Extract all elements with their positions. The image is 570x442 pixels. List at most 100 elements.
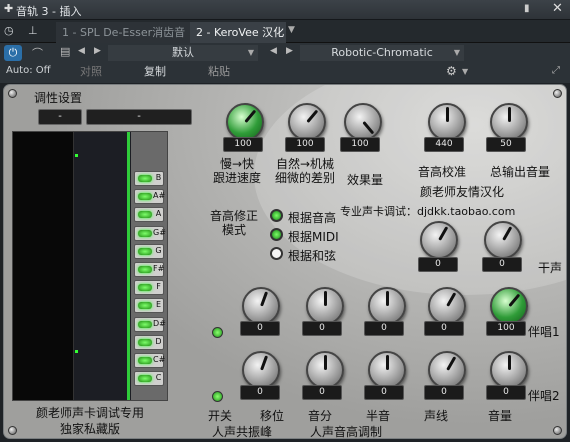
scale-type-field[interactable]: - — [86, 109, 192, 125]
sidechain-icon[interactable]: ⌒ — [32, 45, 43, 61]
chevron-down-icon[interactable]: ▼ — [288, 25, 295, 35]
pitch-dot — [75, 154, 78, 157]
key-label: C# — [153, 355, 166, 364]
tab-kerovee[interactable]: 2 - KeroVee 汉化 — [190, 22, 286, 43]
group-label-formant: 人声共振峰 — [212, 425, 273, 439]
h2-value-5: 0 — [486, 385, 526, 400]
h1-knob-4[interactable] — [428, 287, 466, 325]
key-button[interactable]: D — [134, 334, 164, 350]
chevron-down-icon[interactable]: ▼ — [462, 67, 468, 76]
dry-knob-2[interactable] — [484, 221, 522, 259]
knob-pointer — [502, 226, 513, 241]
output-gain-label: 总输出音量 — [490, 165, 551, 179]
preset-file-icon[interactable]: ▤ — [60, 45, 70, 58]
h1-value-3: 0 — [364, 321, 404, 336]
col-label-switch: 开关 — [208, 409, 233, 423]
key-led — [138, 229, 152, 237]
prev-preset2-icon[interactable]: ◀ — [270, 46, 277, 56]
knob-pointer — [446, 292, 457, 307]
credit-label: 颜老师友情汉化 — [420, 185, 505, 199]
h1-knob-2[interactable] — [306, 287, 344, 325]
h2-knob-2[interactable] — [306, 351, 344, 389]
h2-knob-4[interactable] — [428, 351, 466, 389]
pitch-dot — [75, 350, 78, 353]
preset2-select[interactable]: Robotic-Chromatic ▼ — [300, 45, 464, 61]
key-button[interactable]: C — [134, 371, 164, 387]
mode-radio-pitch[interactable] — [270, 209, 283, 222]
output-gain-knob[interactable] — [490, 103, 528, 141]
amount-knob[interactable] — [344, 103, 382, 141]
close-icon[interactable]: ✕ — [552, 1, 563, 16]
humanize-value: 100 — [285, 137, 325, 152]
tune-ref-value: 440 — [424, 137, 464, 152]
key-label: C — [155, 373, 162, 383]
key-led — [138, 284, 152, 292]
screw-icon — [553, 426, 562, 435]
tab-spl-de-esser[interactable]: 1 - SPL De-Esser消齿音 — [56, 22, 190, 43]
preset-select[interactable]: 默认 ▼ — [108, 45, 258, 61]
bottom-credit: 颜老师声卡调试专用 独家私藏版 — [35, 406, 144, 436]
routing-icon[interactable]: ⊥ — [28, 24, 38, 37]
harmony1-label: 伴唱1 — [528, 325, 560, 339]
dry-knob-1[interactable] — [420, 221, 458, 259]
pin-window-icon[interactable]: ▮ — [524, 3, 530, 14]
key-button[interactable]: F — [134, 280, 164, 296]
key-button[interactable]: G — [134, 243, 164, 259]
mode-radio-chord[interactable] — [270, 247, 283, 260]
plugin-tab-bar: ◷ ⊥ 1 - SPL De-Esser消齿音 2 - KeroVee 汉化 ▼ — [0, 20, 570, 43]
power-button[interactable]: ⏻ — [4, 45, 22, 61]
gear-icon[interactable]: ⚙ — [446, 64, 457, 78]
preset-value: 默认 — [172, 46, 194, 59]
knob-pointer — [438, 226, 449, 241]
knob-pointer — [324, 291, 327, 306]
pitch-display-left — [13, 132, 73, 400]
harmony2-led[interactable] — [212, 391, 223, 402]
h1-knob-3[interactable] — [368, 287, 406, 325]
next-preset2-icon[interactable]: ▶ — [286, 46, 293, 56]
key-led — [138, 266, 152, 273]
h1-knob-1[interactable] — [242, 287, 280, 325]
retune-speed-knob[interactable] — [226, 103, 264, 141]
key-button[interactable]: A — [134, 207, 164, 223]
credit-url: 专业声卡调试：djdkk.taobao.com — [340, 205, 516, 218]
mode-radio-midi[interactable] — [270, 228, 283, 241]
scale-key-field[interactable]: - — [38, 109, 82, 125]
expand-icon[interactable]: ⤢ — [552, 65, 560, 76]
group-label-pitch-mod: 人声音高调制 — [310, 425, 383, 439]
h2-knob-3[interactable] — [368, 351, 406, 389]
h2-knob-5[interactable] — [490, 351, 528, 389]
key-led — [138, 338, 152, 346]
tune-ref-knob[interactable] — [428, 103, 466, 141]
knob-pointer — [306, 109, 319, 123]
pin-icon[interactable]: ✚ — [4, 2, 13, 15]
key-led — [138, 375, 152, 383]
knob-pointer — [508, 293, 521, 307]
key-button[interactable]: F# — [134, 262, 164, 277]
key-button[interactable]: G# — [134, 225, 166, 241]
knob-pointer — [508, 107, 511, 122]
h1-value-2: 0 — [302, 321, 342, 336]
key-label: F — [156, 282, 161, 292]
h2-knob-1[interactable] — [242, 351, 280, 389]
key-button[interactable]: B — [134, 171, 164, 186]
copy-button[interactable]: 复制 — [128, 64, 182, 80]
prev-preset-icon[interactable]: ◀ — [78, 46, 85, 56]
humanize-knob[interactable] — [288, 103, 326, 141]
harmony1-led[interactable] — [212, 327, 223, 338]
h2-value-3: 0 — [364, 385, 404, 400]
key-button[interactable]: C# — [134, 353, 166, 368]
paste-button[interactable]: 粘贴 — [192, 64, 246, 80]
screw-icon — [553, 89, 562, 98]
amount-label: 效果量 — [346, 173, 383, 187]
key-button[interactable]: A# — [134, 189, 165, 205]
clock-icon[interactable]: ◷ — [4, 24, 14, 37]
window-title: 音轨 3 - 插入 — [16, 5, 82, 18]
knob-pointer — [324, 355, 327, 370]
key-button[interactable]: E — [134, 298, 164, 314]
key-button[interactable]: D# — [134, 316, 166, 332]
compare-button[interactable]: 对照 — [64, 64, 118, 80]
knob-pointer — [260, 291, 269, 307]
h1-knob-5[interactable] — [490, 287, 528, 325]
next-preset-icon[interactable]: ▶ — [94, 46, 101, 56]
auto-off-label[interactable]: Auto: Off — [6, 65, 51, 76]
